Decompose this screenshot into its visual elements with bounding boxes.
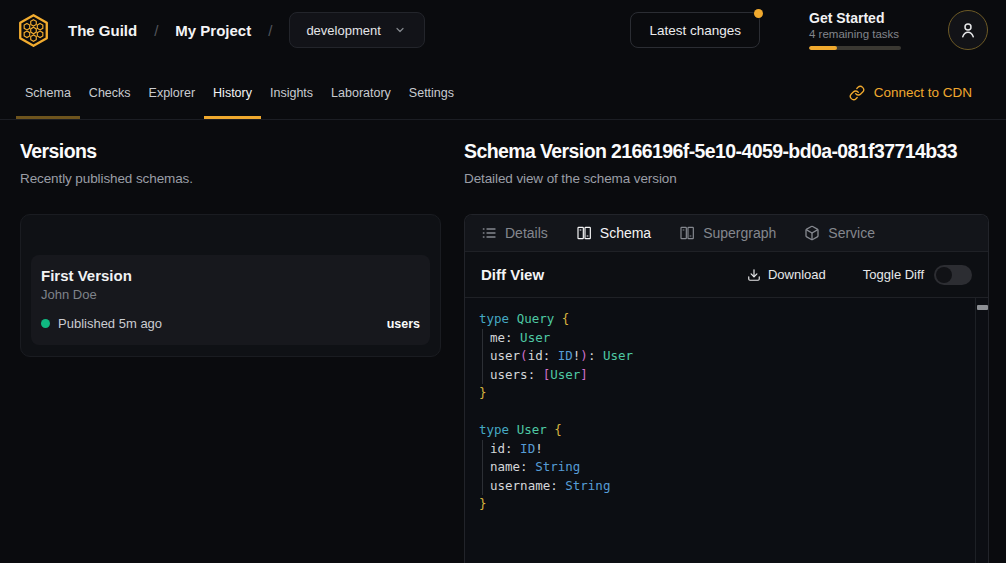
code-lines: type Query {me: Useruser(id: ID!): Useru…	[479, 310, 988, 514]
code-line: type User {	[479, 421, 988, 440]
latest-changes-button[interactable]: Latest changes	[630, 12, 760, 48]
detail-tab-label: Details	[505, 225, 548, 241]
get-started-progress-fill	[809, 46, 837, 50]
tab-insights[interactable]: Insights	[261, 60, 322, 119]
tab-underline	[16, 116, 80, 119]
schema-code-editor[interactable]: type Query {me: Useruser(id: ID!): Useru…	[465, 298, 988, 563]
diff-toolbar: Diff View Download Toggle Diff	[465, 252, 988, 298]
download-label: Download	[768, 267, 826, 282]
scrollbar-thumb[interactable]	[977, 305, 988, 310]
editor-scrollbar[interactable]	[975, 298, 988, 563]
detail-tabs: Details Schema Supergraph Service	[465, 215, 988, 252]
latest-changes-label: Latest changes	[649, 23, 741, 38]
org-breadcrumb[interactable]: The Guild	[68, 22, 137, 39]
download-button[interactable]: Download	[747, 267, 826, 282]
get-started-progress-bar	[809, 46, 901, 50]
connect-cdn-link[interactable]: Connect to CDN	[849, 60, 972, 119]
tab-bar: Schema Checks Explorer History Insights Labor…	[0, 60, 1006, 120]
versions-title: Versions	[20, 140, 441, 163]
code-line: users: [User]	[479, 366, 988, 385]
detail-tab-label: Schema	[600, 225, 651, 241]
code-line	[479, 403, 988, 422]
project-breadcrumb[interactable]: My Project	[175, 22, 251, 39]
service-name-badge: users	[387, 317, 420, 331]
person-icon	[959, 21, 977, 39]
link-icon	[849, 85, 865, 101]
code-line: me: User	[479, 329, 988, 348]
environment-select-value: development	[306, 23, 380, 38]
code-line: user(id: ID!): User	[479, 347, 988, 366]
detail-tab-label: Supergraph	[703, 225, 776, 241]
main-content: Versions Recently published schemas. Fir…	[0, 120, 1006, 563]
download-icon	[747, 268, 761, 282]
code-line: type Query {	[479, 310, 988, 329]
toggle-knob	[936, 267, 952, 283]
detail-tab-label: Service	[828, 225, 875, 241]
diff-view-title: Diff View	[481, 266, 544, 283]
notification-dot	[754, 9, 763, 18]
versions-subtitle: Recently published schemas.	[20, 171, 441, 186]
tab-label: Checks	[89, 86, 131, 100]
tab-checks[interactable]: Checks	[80, 60, 140, 119]
versions-column: Versions Recently published schemas. Fir…	[20, 140, 441, 563]
breadcrumb-separator: /	[268, 22, 272, 39]
schema-version-title: Schema Version 2166196f-5e10-4059-bd0a-0…	[464, 140, 989, 163]
published-status-dot	[41, 319, 50, 328]
code-line: }	[479, 495, 988, 514]
columns-icon	[679, 225, 695, 241]
detail-tab-details[interactable]: Details	[481, 225, 548, 241]
tab-label: Schema	[25, 86, 71, 100]
code-line: username: String	[479, 477, 988, 496]
breadcrumb-separator: /	[154, 22, 158, 39]
tab-label: Settings	[409, 86, 454, 100]
tab-schema[interactable]: Schema	[16, 60, 80, 119]
list-icon	[481, 225, 497, 241]
version-author: John Doe	[41, 287, 420, 302]
connect-cdn-label: Connect to CDN	[874, 85, 972, 100]
version-detail-column: Schema Version 2166196f-5e10-4059-bd0a-0…	[464, 140, 989, 563]
code-line: name: String	[479, 458, 988, 477]
tab-label: Explorer	[149, 86, 196, 100]
version-list-item[interactable]: First Version John Doe Published 5m ago …	[31, 255, 430, 345]
tab-label: History	[213, 86, 252, 100]
toggle-diff-label: Toggle Diff	[863, 267, 924, 282]
nav-tabs: Schema Checks Explorer History Insights Labor…	[16, 60, 463, 119]
hive-logo-icon[interactable]	[16, 13, 51, 48]
code-line: id: ID!	[479, 440, 988, 459]
box-icon	[804, 225, 820, 241]
tab-settings[interactable]: Settings	[400, 60, 463, 119]
tab-explorer[interactable]: Explorer	[140, 60, 205, 119]
get-started-widget[interactable]: Get Started 4 remaining tasks	[809, 10, 901, 50]
detail-tab-supergraph[interactable]: Supergraph	[679, 225, 776, 241]
versions-list: First Version John Doe Published 5m ago …	[20, 214, 441, 357]
toggle-diff-switch[interactable]	[934, 265, 972, 285]
toggle-diff-control: Toggle Diff	[863, 265, 972, 285]
schema-version-panel: Details Schema Supergraph Service Diff View…	[464, 214, 989, 563]
tab-underline	[204, 116, 261, 119]
get-started-subtitle: 4 remaining tasks	[809, 28, 901, 40]
detail-tab-schema[interactable]: Schema	[576, 225, 651, 241]
tab-laboratory[interactable]: Laboratory	[322, 60, 400, 119]
schema-version-subtitle: Detailed view of the schema version	[464, 171, 989, 186]
version-status-row: Published 5m ago users	[41, 316, 420, 331]
version-status: Published 5m ago	[58, 316, 162, 331]
detail-tab-service[interactable]: Service	[804, 225, 875, 241]
tab-history[interactable]: History	[204, 60, 261, 119]
tab-label: Laboratory	[331, 86, 391, 100]
tab-label: Insights	[270, 86, 313, 100]
chevron-down-icon	[394, 24, 406, 36]
app-header: The Guild / My Project / development Lat…	[0, 0, 1006, 60]
code-line: }	[479, 384, 988, 403]
get-started-title: Get Started	[809, 10, 901, 26]
version-title: First Version	[41, 267, 420, 284]
environment-select[interactable]: development	[289, 12, 424, 48]
user-avatar[interactable]	[948, 10, 988, 50]
columns-icon	[576, 225, 592, 241]
